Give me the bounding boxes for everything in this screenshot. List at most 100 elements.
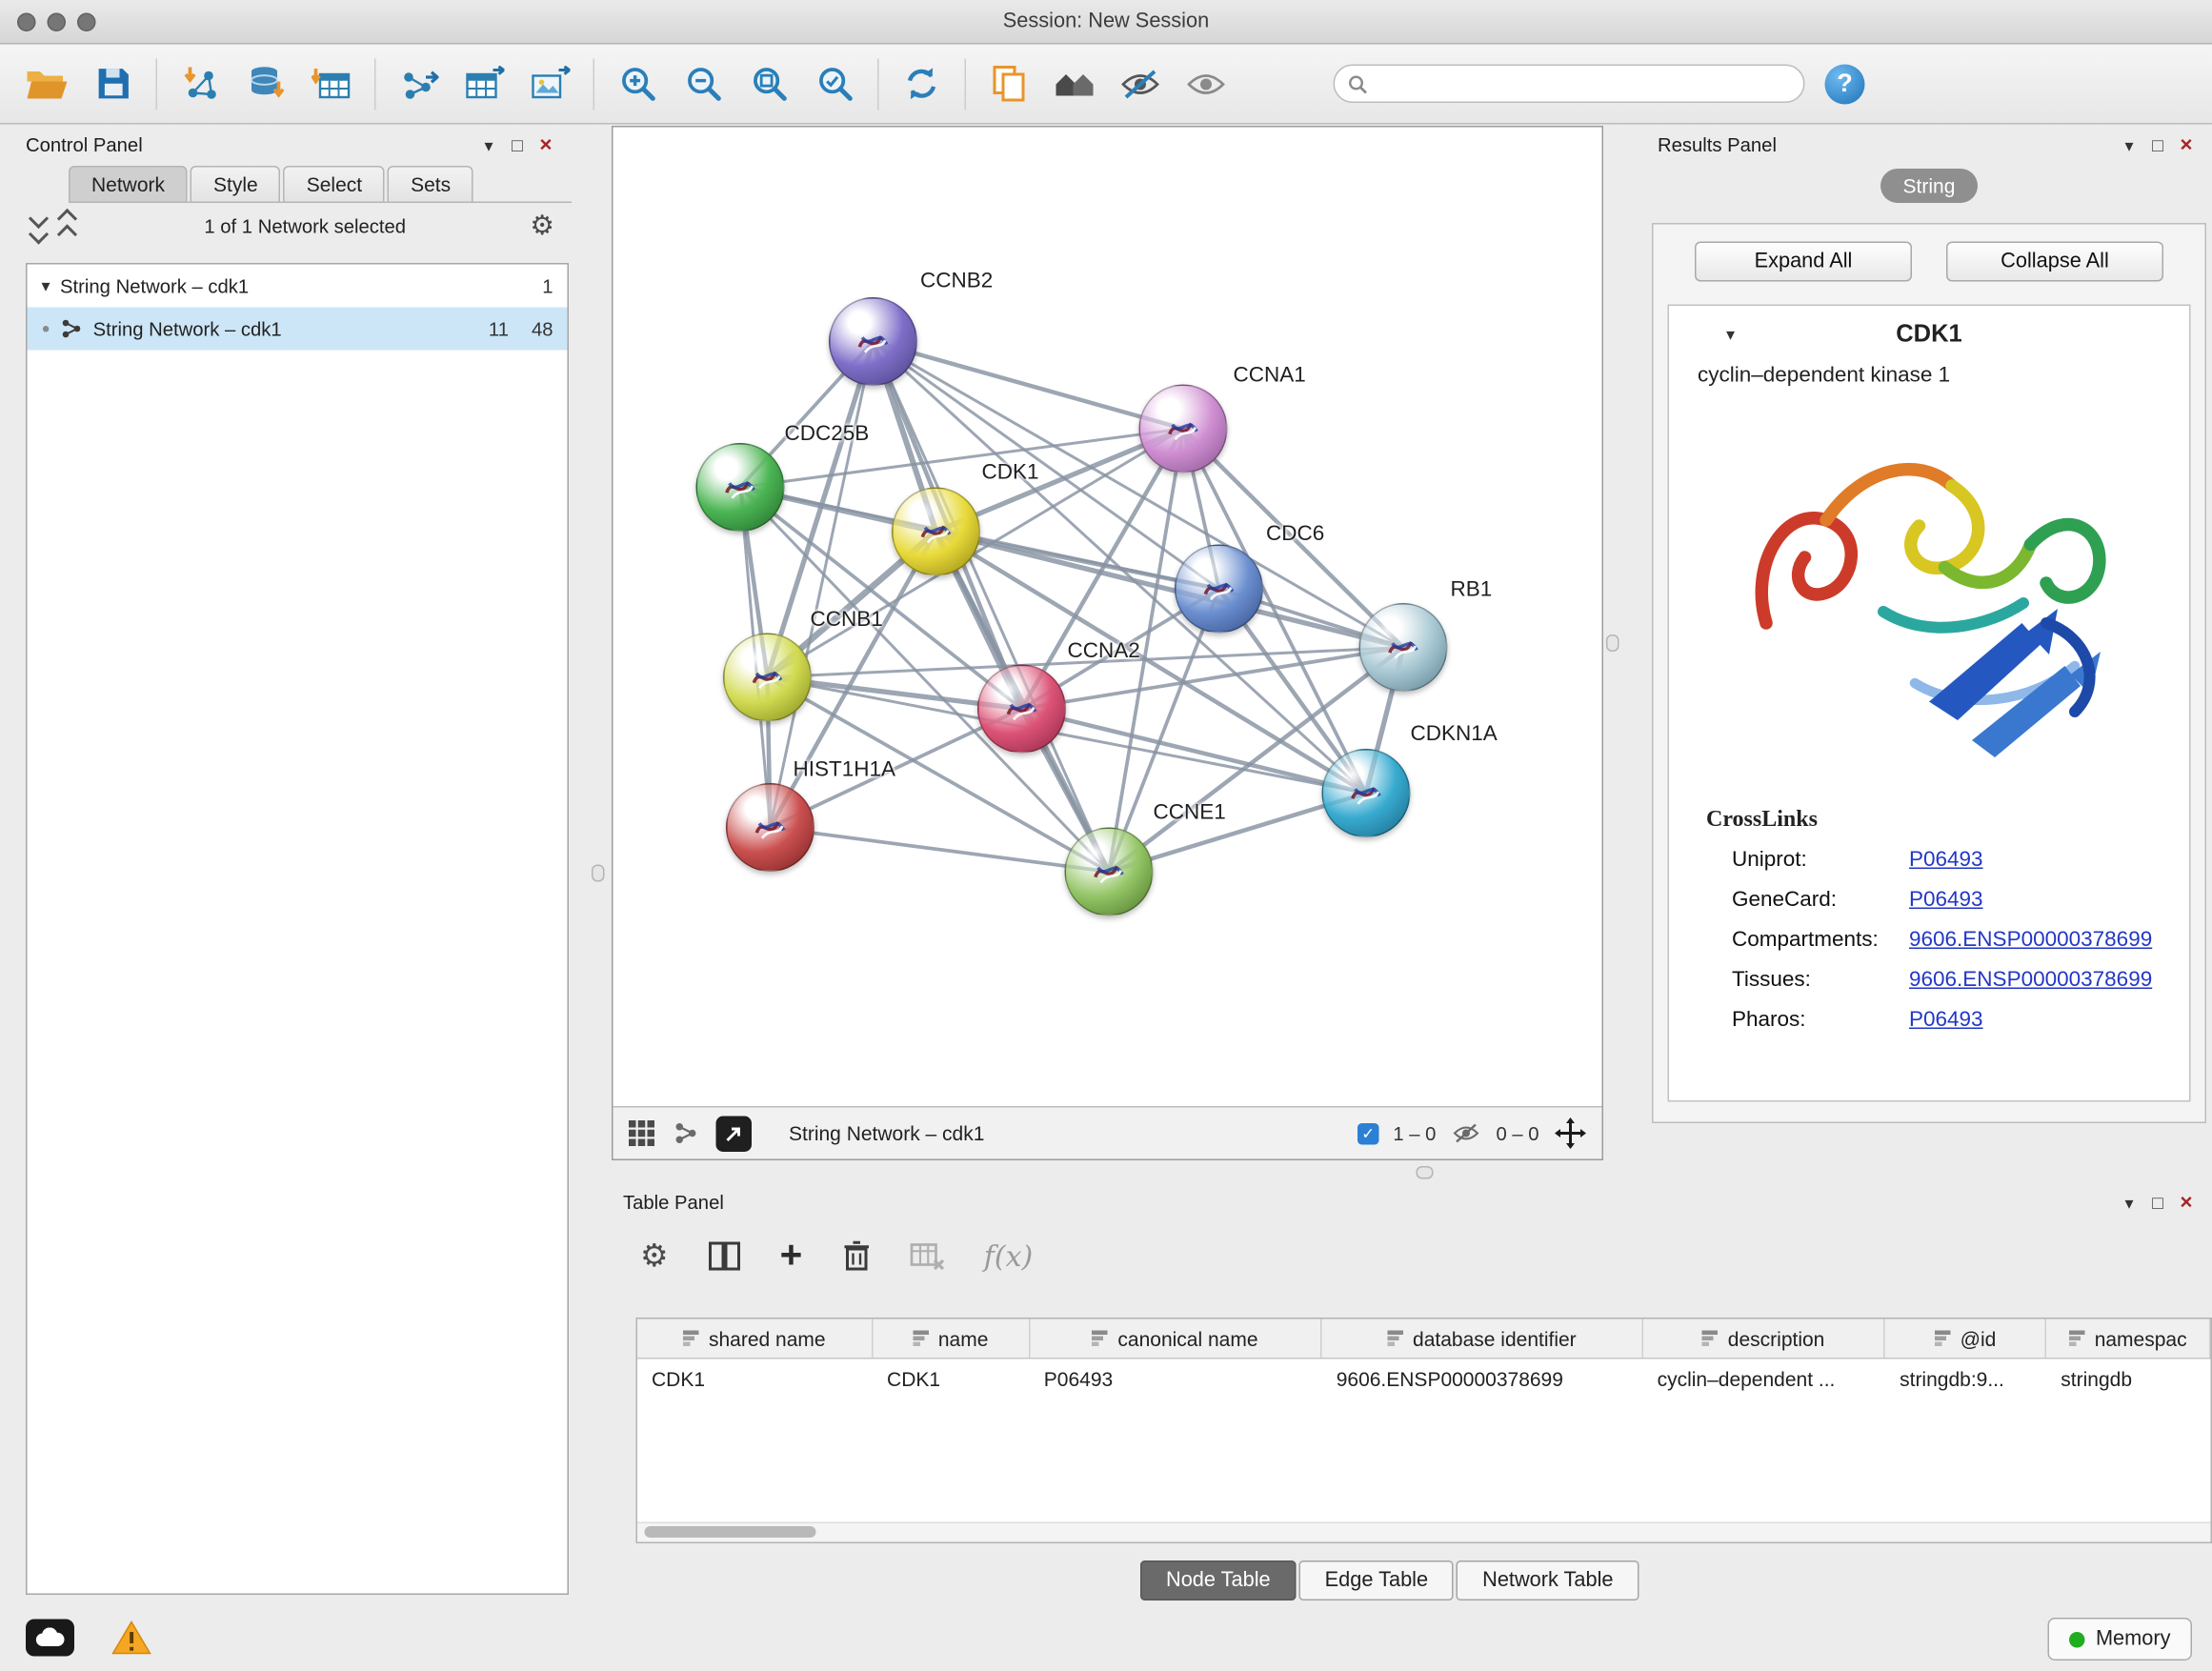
network-glyph-icon[interactable] xyxy=(674,1120,699,1146)
network-options-gear-icon[interactable]: ⚙ xyxy=(530,212,554,240)
cloud-status-button[interactable] xyxy=(26,1620,74,1657)
right-splitter-handle[interactable] xyxy=(1606,634,1619,652)
export-table-button[interactable] xyxy=(452,53,517,113)
network-node-CCNB2[interactable] xyxy=(829,297,917,386)
control-panel-collapse-button[interactable]: ▾ xyxy=(474,135,503,155)
create-column-icon[interactable]: + xyxy=(780,1237,803,1276)
network-node-HIST1H1A[interactable] xyxy=(726,783,814,872)
network-node-RB1[interactable] xyxy=(1359,603,1448,692)
export-network-button[interactable] xyxy=(386,53,452,113)
tab-network[interactable]: Network xyxy=(69,166,188,202)
network-edge[interactable] xyxy=(874,342,1110,873)
memory-button[interactable]: Memory xyxy=(2047,1619,2192,1661)
column-header-shared-name[interactable]: shared name xyxy=(637,1319,873,1359)
home-view-button[interactable] xyxy=(1042,53,1108,113)
table-row[interactable]: CDK1CDK1P064939606.ENSP00000378699cyclin… xyxy=(637,1359,2211,1399)
column-header-database-identifier[interactable]: database identifier xyxy=(1322,1319,1643,1359)
network-canvas[interactable]: CCNB2CCNA1CDC25BCDK1CDC6RB1CCNB1CCNA2CDK… xyxy=(613,128,1602,1107)
warning-indicator-button[interactable] xyxy=(111,1620,151,1661)
minimize-window-button[interactable] xyxy=(48,12,67,31)
network-node-CDK1[interactable] xyxy=(892,488,980,576)
pan-crosshair-icon[interactable] xyxy=(1554,1117,1588,1151)
pharos-link[interactable]: P06493 xyxy=(1909,1008,1983,1033)
network-node-CDC25B[interactable] xyxy=(696,443,785,532)
expand-all-button[interactable]: Expand All xyxy=(1695,242,1912,282)
table-horizontal-scrollbar[interactable] xyxy=(637,1522,2211,1542)
table-panel-float-button[interactable]: □ xyxy=(2143,1192,2172,1214)
tissues-link[interactable]: 9606.ENSP00000378699 xyxy=(1909,968,2152,993)
table-cell[interactable]: cyclin–dependent ... xyxy=(1643,1359,1886,1399)
column-header--id[interactable]: @id xyxy=(1885,1319,2046,1359)
left-splitter-handle[interactable] xyxy=(592,865,605,882)
table-cell[interactable]: CDK1 xyxy=(873,1359,1030,1399)
table-options-gear-icon[interactable]: ⚙ xyxy=(640,1239,669,1271)
network-edge[interactable] xyxy=(936,532,1404,648)
network-edge[interactable] xyxy=(771,828,1110,873)
column-header-canonical-name[interactable]: canonical name xyxy=(1030,1319,1322,1359)
results-panel-close-button[interactable]: × xyxy=(2172,133,2201,158)
network-node-CDC6[interactable] xyxy=(1175,545,1263,634)
table-cell[interactable]: stringdb:9... xyxy=(1885,1359,2046,1399)
network-collection-row[interactable]: ▾ String Network – cdk1 1 xyxy=(28,265,568,308)
collection-expand-caret[interactable]: ▾ xyxy=(42,276,50,296)
table-panel-collapse-button[interactable]: ▾ xyxy=(2115,1193,2143,1213)
uniprot-link[interactable]: P06493 xyxy=(1909,848,1983,873)
tab-sets[interactable]: Sets xyxy=(388,166,473,202)
import-network-database-button[interactable] xyxy=(233,53,299,113)
grid-view-icon[interactable] xyxy=(628,1119,656,1148)
zoom-out-button[interactable] xyxy=(671,53,736,113)
column-header-namespac[interactable]: namespac xyxy=(2046,1319,2210,1359)
zoom-fit-button[interactable] xyxy=(736,53,802,113)
tab-edge-table[interactable]: Edge Table xyxy=(1299,1560,1454,1601)
compartments-link[interactable]: 9606.ENSP00000378699 xyxy=(1909,928,2152,953)
network-edge[interactable] xyxy=(771,342,874,828)
network-node-CCNA1[interactable] xyxy=(1139,385,1228,473)
birdseye-view-button[interactable] xyxy=(716,1116,753,1152)
expand-all-networks-icon[interactable] xyxy=(31,211,46,241)
hide-selected-button[interactable] xyxy=(1108,53,1174,113)
network-row[interactable]: ● String Network – cdk1 11 48 xyxy=(28,308,568,351)
results-panel-collapse-button[interactable]: ▾ xyxy=(2115,135,2143,155)
network-node-CDKN1A[interactable] xyxy=(1322,749,1411,837)
network-node-CCNA2[interactable] xyxy=(977,665,1066,754)
tab-select[interactable]: Select xyxy=(284,166,385,202)
tab-style[interactable]: Style xyxy=(191,166,281,202)
column-header-name[interactable]: name xyxy=(873,1319,1030,1359)
table-cell[interactable]: CDK1 xyxy=(637,1359,873,1399)
table-panel-close-button[interactable]: × xyxy=(2172,1191,2201,1216)
column-header-description[interactable]: description xyxy=(1643,1319,1886,1359)
table-cell[interactable]: P06493 xyxy=(1030,1359,1322,1399)
show-selected-button[interactable] xyxy=(1174,53,1239,113)
search-input[interactable] xyxy=(1377,71,1791,96)
scrollbar-thumb[interactable] xyxy=(645,1526,816,1538)
gene-section-caret[interactable]: ▾ xyxy=(1726,325,1735,345)
maximize-window-button[interactable] xyxy=(77,12,96,31)
collapse-all-button[interactable]: Collapse All xyxy=(1946,242,2163,282)
selected-indicator-icon[interactable]: ✓ xyxy=(1357,1122,1379,1144)
export-image-button[interactable] xyxy=(517,53,583,113)
network-node-CCNE1[interactable] xyxy=(1065,828,1154,916)
zoom-in-button[interactable] xyxy=(605,53,671,113)
table-cell[interactable]: 9606.ENSP00000378699 xyxy=(1322,1359,1643,1399)
zoom-selected-button[interactable] xyxy=(802,53,868,113)
delete-column-trash-icon[interactable] xyxy=(842,1240,870,1271)
table-cell[interactable]: stringdb xyxy=(2046,1359,2210,1399)
control-panel-float-button[interactable]: □ xyxy=(503,134,532,156)
string-tab-badge[interactable]: String xyxy=(1880,169,1979,203)
import-network-file-button[interactable] xyxy=(168,53,233,113)
help-button[interactable]: ? xyxy=(1825,64,1865,104)
duplicate-document-button[interactable] xyxy=(976,53,1042,113)
save-session-button[interactable] xyxy=(80,53,146,113)
collapse-all-networks-icon[interactable] xyxy=(60,211,74,241)
import-table-button[interactable] xyxy=(299,53,365,113)
tab-network-table[interactable]: Network Table xyxy=(1457,1560,1639,1601)
bottom-splitter-handle[interactable] xyxy=(1417,1166,1434,1179)
open-session-button[interactable] xyxy=(14,53,80,113)
refresh-button[interactable] xyxy=(889,53,955,113)
close-window-button[interactable] xyxy=(17,12,36,31)
control-panel-close-button[interactable]: × xyxy=(532,133,560,158)
network-node-CCNB1[interactable] xyxy=(723,634,812,722)
show-columns-icon[interactable] xyxy=(709,1241,740,1270)
results-panel-float-button[interactable]: □ xyxy=(2143,134,2172,156)
genecard-link[interactable]: P06493 xyxy=(1909,888,1983,913)
